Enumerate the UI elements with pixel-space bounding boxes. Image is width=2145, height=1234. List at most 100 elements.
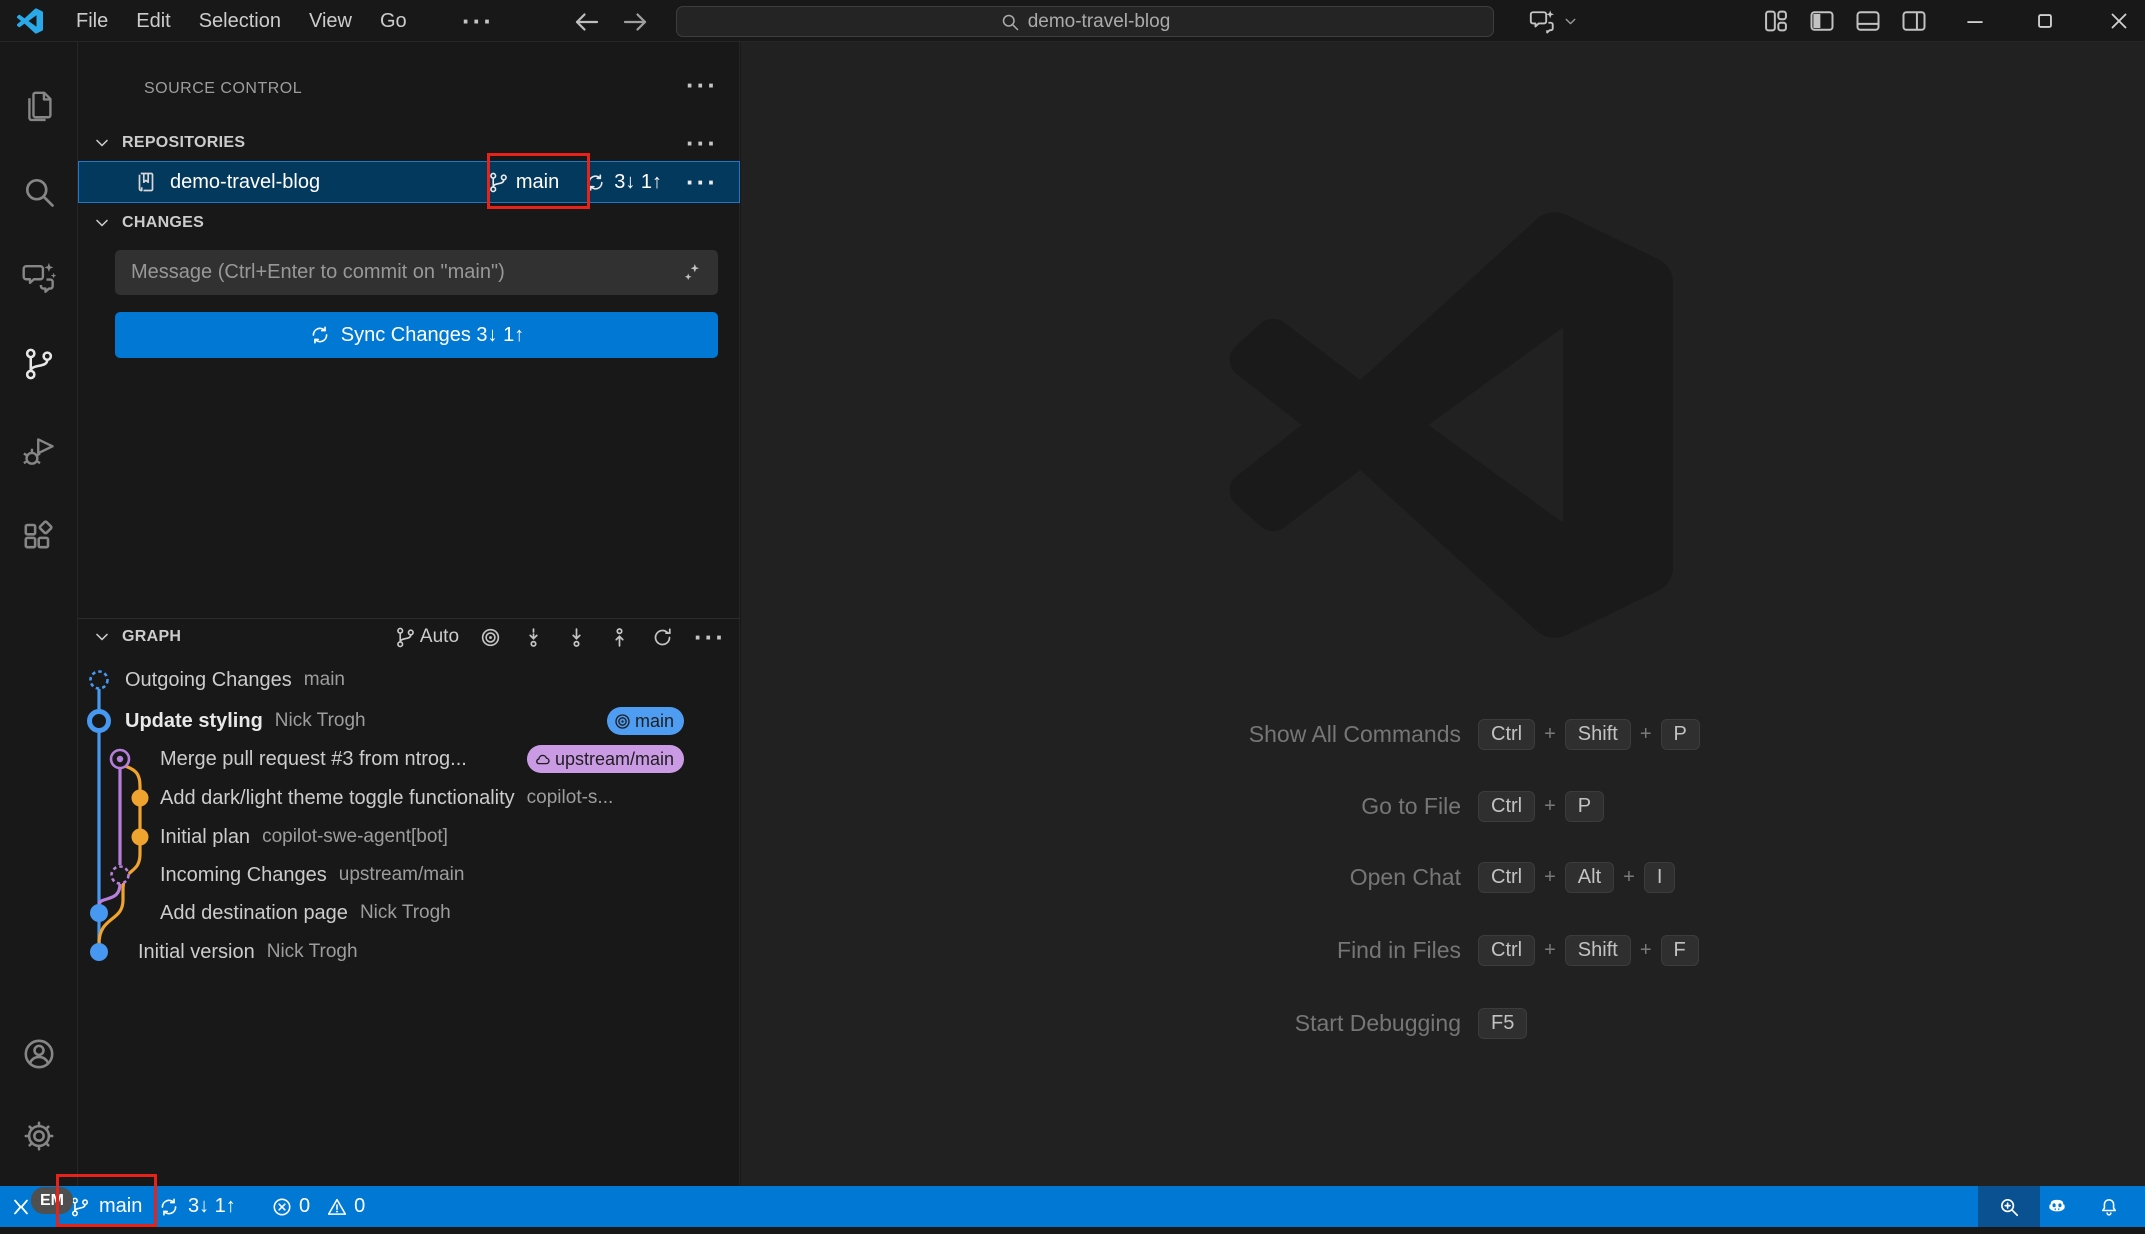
- toggle-primary-sidebar-icon[interactable]: [1808, 7, 1836, 35]
- sidebar-item-chat[interactable]: [0, 245, 78, 309]
- remote-icon: [10, 1196, 32, 1218]
- key-cap: Shift: [1565, 935, 1631, 966]
- sidebar-item-explorer[interactable]: [0, 74, 78, 138]
- commit-author: copilot-swe-agent[bot]: [262, 826, 448, 848]
- commit-message: Initial plan: [160, 826, 250, 849]
- menu-item-view[interactable]: View: [295, 10, 366, 33]
- shortcut-label: Open Chat: [741, 864, 1461, 891]
- search-icon: [1000, 12, 1020, 32]
- navigate-back-icon[interactable]: [572, 7, 602, 37]
- shortcut-row: Go to File Ctrl + P: [741, 786, 2145, 826]
- commit-message: Merge pull request #3 from ntrog...: [160, 748, 467, 771]
- shortcut-row: Open ChatCtrl+Alt+I: [741, 857, 2145, 897]
- debug-icon: [21, 434, 57, 470]
- menu-item-file[interactable]: File: [62, 10, 122, 33]
- menu-item-edit[interactable]: Edit: [122, 10, 184, 33]
- chevron-down-icon[interactable]: [1562, 13, 1579, 30]
- badge-label: main: [635, 711, 674, 732]
- profile-badge[interactable]: EM: [31, 1187, 73, 1214]
- window-edge: [0, 1227, 2145, 1234]
- search-icon: [21, 174, 57, 210]
- commit-author: main: [304, 669, 345, 691]
- accounts-button[interactable]: [0, 1022, 78, 1086]
- navigate-forward-icon[interactable]: [620, 7, 650, 37]
- key-cap: Ctrl: [1478, 862, 1535, 893]
- customize-layout-icon[interactable]: [1762, 7, 1790, 35]
- badge-label: upstream/main: [555, 749, 674, 770]
- graph-row[interactable]: Incoming Changesupstream/main: [78, 856, 712, 894]
- menu-more-button[interactable]: ···: [462, 8, 494, 34]
- plus-separator: +: [1640, 723, 1652, 746]
- commit-author: upstream/main: [339, 864, 465, 886]
- graph-row[interactable]: Add destination page Nick Trogh: [78, 894, 712, 932]
- cloud-icon: [533, 750, 552, 769]
- command-center-search[interactable]: demo-travel-blog: [676, 6, 1494, 37]
- copilot-chat-icon[interactable]: [1528, 7, 1556, 35]
- status-sync[interactable]: 3↓ 1↑: [158, 1186, 236, 1227]
- close-button[interactable]: [2096, 0, 2142, 42]
- graph-row[interactable]: Merge pull request #3 from ntrog... upstr…: [78, 740, 712, 778]
- plus-separator: +: [1544, 866, 1556, 889]
- commit-author: Nick Trogh: [360, 902, 451, 924]
- warning-count: 0: [354, 1195, 365, 1218]
- toggle-secondary-sidebar-icon[interactable]: [1900, 7, 1928, 35]
- shortcut-keys: Ctrl+Shift+F: [1478, 935, 1699, 966]
- bell-icon: [2098, 1196, 2120, 1218]
- source-control-icon: [21, 346, 57, 382]
- key-cap: Ctrl: [1478, 791, 1535, 822]
- status-branch[interactable]: main: [69, 1186, 142, 1227]
- graph-row[interactable]: Initial versionNick Trogh: [78, 933, 712, 971]
- plus-separator: +: [1544, 723, 1556, 746]
- remote-indicator[interactable]: [10, 1186, 32, 1227]
- maximize-button[interactable]: [2022, 0, 2068, 42]
- copilot-icon: [2046, 1196, 2068, 1218]
- shortcut-row: Find in Files Ctrl+Shift+F: [741, 930, 2145, 970]
- commit-message: Outgoing Changes: [125, 669, 292, 692]
- key-cap: P: [1565, 791, 1604, 822]
- shortcut-label: Go to File: [741, 793, 1461, 820]
- graph-row[interactable]: Add dark/light theme toggle functionalit…: [78, 779, 712, 817]
- graph-row[interactable]: Initial plan copilot-swe-agent[bot]: [78, 818, 712, 856]
- key-cap: Shift: [1565, 719, 1631, 750]
- shortcut-keys: Ctrl+Alt+I: [1478, 862, 1675, 893]
- branch-badge: main: [607, 707, 684, 735]
- sidebar-item-extensions[interactable]: [0, 505, 78, 569]
- editor-area: Show All CommandsCtrl+Shift+PGo to FileC…: [741, 42, 2145, 1186]
- key-cap: Alt: [1565, 862, 1614, 893]
- menu-item-selection[interactable]: Selection: [185, 10, 295, 33]
- source-control-sidebar: SOURCE CONTROL ··· REPOSITORIES ··· demo…: [78, 42, 740, 1186]
- shortcut-keys: Ctrl + P: [1478, 791, 1604, 822]
- chat-sparkle-icon: [21, 259, 57, 295]
- maximize-icon: [2032, 8, 2058, 34]
- extensions-icon: [21, 519, 57, 555]
- key-cap: Ctrl: [1478, 935, 1535, 966]
- status-notifications[interactable]: [2098, 1186, 2120, 1227]
- status-copilot[interactable]: [2046, 1186, 2068, 1227]
- shortcut-label: Find in Files: [741, 937, 1461, 964]
- sidebar-item-source-control[interactable]: [0, 332, 78, 396]
- title-bar: FileEditSelectionViewGo ··· demo-travel-…: [0, 0, 2145, 42]
- status-zoom[interactable]: [1978, 1186, 2040, 1227]
- commit-message: Add destination page: [160, 902, 348, 925]
- settings-button[interactable]: [0, 1104, 78, 1168]
- graph-row[interactable]: Update stylingNick Troghmain: [78, 702, 712, 740]
- zoom-in-icon: [1998, 1196, 2020, 1218]
- activity-bar: EM: [0, 42, 78, 1186]
- minimize-button[interactable]: [1952, 0, 1998, 42]
- account-icon: [21, 1036, 57, 1072]
- key-cap: Ctrl: [1478, 719, 1535, 750]
- menu-item-go[interactable]: Go: [366, 10, 421, 33]
- menu-bar: FileEditSelectionViewGo: [62, 0, 421, 42]
- commit-message: Initial version: [138, 941, 255, 964]
- plus-separator: +: [1544, 795, 1556, 818]
- status-problems[interactable]: 0 0: [271, 1186, 375, 1227]
- sidebar-item-run-debug[interactable]: [0, 420, 78, 484]
- graph-row[interactable]: Outgoing Changes main: [78, 661, 712, 699]
- commit-message: Update styling: [125, 710, 263, 733]
- sidebar-item-search[interactable]: [0, 160, 78, 224]
- vscode-window: FileEditSelectionViewGo ··· demo-travel-…: [0, 0, 2145, 1234]
- toggle-panel-icon[interactable]: [1854, 7, 1882, 35]
- sync-icon: [158, 1196, 180, 1218]
- vscode-watermark-logo: [1203, 205, 1703, 645]
- files-icon: [21, 88, 57, 124]
